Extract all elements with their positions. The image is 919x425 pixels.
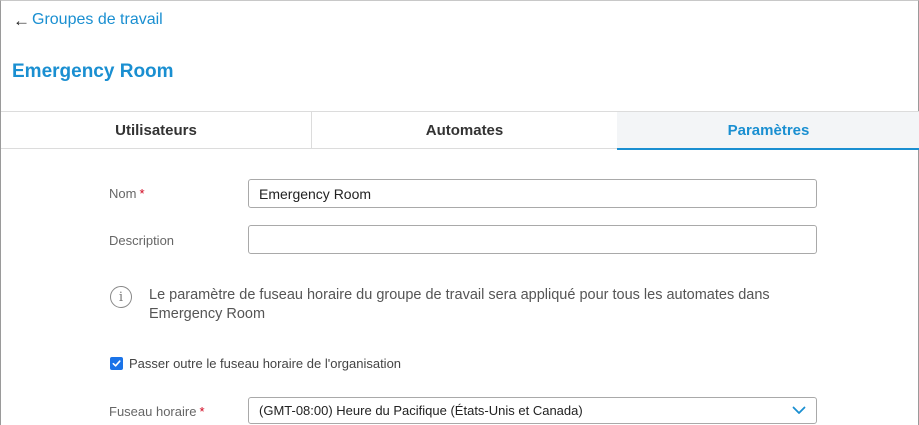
chevron-down-icon bbox=[792, 406, 806, 414]
required-marker: * bbox=[199, 404, 205, 419]
name-label-text: Nom bbox=[109, 186, 137, 201]
tab-users[interactable]: Utilisateurs bbox=[1, 112, 312, 149]
back-arrow-icon: ← bbox=[13, 10, 30, 30]
description-input[interactable] bbox=[248, 225, 817, 254]
override-timezone-label: Passer outre le fuseau horaire de l'orga… bbox=[129, 356, 402, 371]
info-text: Le paramètre de fuseau horaire du groupe… bbox=[149, 287, 770, 322]
info-icon: i bbox=[110, 286, 132, 308]
timezone-field-label: Fuseau horaire * bbox=[109, 404, 205, 419]
back-link-label: Groupes de travail bbox=[32, 11, 163, 28]
required-marker: * bbox=[139, 186, 145, 201]
checkmark-icon bbox=[112, 360, 121, 367]
name-input[interactable] bbox=[248, 179, 817, 208]
name-field-label: Nom * bbox=[109, 186, 145, 201]
override-timezone-checkbox[interactable] bbox=[110, 357, 123, 370]
description-field-label: Description bbox=[109, 233, 175, 248]
timezone-selected-value: (GMT-08:00) Heure du Pacifique (États-Un… bbox=[259, 403, 583, 418]
timezone-label-text: Fuseau horaire bbox=[109, 404, 197, 419]
back-to-workgroups-link[interactable]: ← Groupes de travail bbox=[13, 11, 163, 29]
timezone-select[interactable]: (GMT-08:00) Heure du Pacifique (États-Un… bbox=[248, 397, 817, 424]
tab-automates[interactable]: Automates bbox=[312, 112, 617, 149]
timezone-info-note: i Le paramètre de fuseau horaire du grou… bbox=[110, 286, 829, 324]
page-title: Emergency Room bbox=[12, 61, 174, 82]
tab-bar: Utilisateurs Automates Paramètres bbox=[1, 111, 919, 150]
override-timezone-row: Passer outre le fuseau horaire de l'orga… bbox=[110, 356, 401, 371]
tab-settings[interactable]: Paramètres bbox=[617, 112, 919, 150]
settings-panel: ← Groupes de travail Emergency Room Util… bbox=[0, 0, 919, 425]
